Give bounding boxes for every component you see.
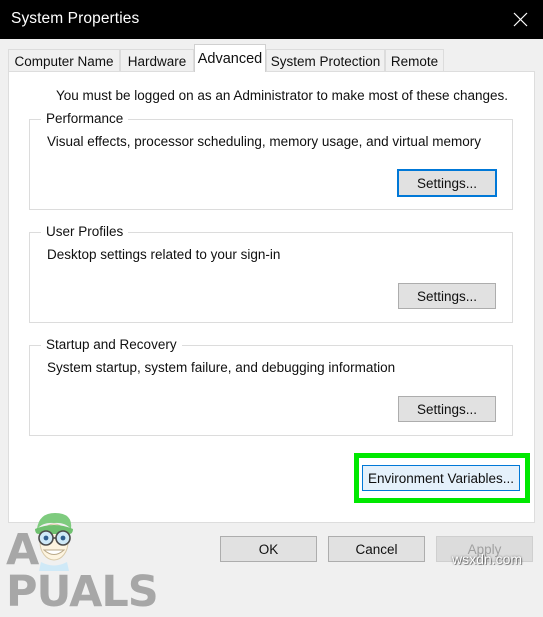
appuals-brand-text: APUALS xyxy=(6,529,218,614)
tab-hardware[interactable]: Hardware xyxy=(120,49,194,72)
user-profiles-group: User Profiles Desktop settings related t… xyxy=(29,224,513,323)
performance-group: Performance Visual effects, processor sc… xyxy=(29,111,513,210)
user-profiles-group-legend: User Profiles xyxy=(41,224,129,239)
tab-computer-name[interactable]: Computer Name xyxy=(8,49,120,72)
startup-recovery-group-legend: Startup and Recovery xyxy=(41,337,182,352)
performance-group-legend: Performance xyxy=(41,111,129,126)
close-icon[interactable] xyxy=(497,0,543,39)
user-profiles-description: Desktop settings related to your sign-in xyxy=(47,247,281,262)
tab-advanced[interactable]: Advanced xyxy=(194,44,266,72)
appuals-brand-prefix: A xyxy=(6,525,39,575)
tab-remote[interactable]: Remote xyxy=(385,49,444,72)
apply-button: Apply xyxy=(436,536,533,562)
title-bar: System Properties xyxy=(0,0,543,39)
window-title: System Properties xyxy=(11,10,140,27)
startup-recovery-description: System startup, system failure, and debu… xyxy=(47,360,396,375)
startup-recovery-group: Startup and Recovery System startup, sys… xyxy=(29,337,513,436)
tab-strip: Computer Name Hardware Advanced System P… xyxy=(0,39,543,72)
cancel-button[interactable]: Cancel xyxy=(328,536,425,562)
performance-settings-button[interactable]: Settings... xyxy=(398,170,496,196)
administrator-note: You must be logged on as an Administrato… xyxy=(56,88,509,103)
environment-variables-button[interactable]: Environment Variables... xyxy=(362,465,520,491)
system-properties-window: System Properties Computer Name Hardware… xyxy=(0,0,543,614)
appuals-brand-suffix: PUALS xyxy=(6,567,159,617)
performance-description: Visual effects, processor scheduling, me… xyxy=(47,134,481,149)
ok-button[interactable]: OK xyxy=(220,536,317,562)
tab-system-protection[interactable]: System Protection xyxy=(266,49,385,72)
user-profiles-settings-button[interactable]: Settings... xyxy=(398,283,496,309)
startup-recovery-settings-button[interactable]: Settings... xyxy=(398,396,496,422)
